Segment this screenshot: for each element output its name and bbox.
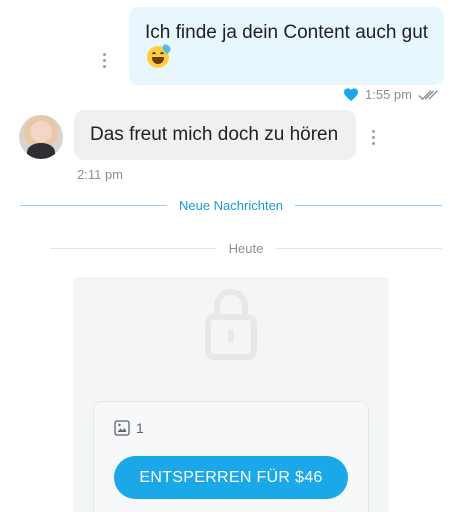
outgoing-message-time: 1:55 pm	[365, 87, 412, 102]
message-options-icon[interactable]	[370, 130, 376, 145]
lock-icon	[205, 288, 257, 360]
new-messages-label: Neue Nachrichten	[178, 198, 284, 213]
incoming-message-bubble[interactable]: Das freut mich doch zu hören	[74, 110, 356, 160]
divider-line	[275, 248, 443, 249]
media-count-value: 1	[136, 420, 144, 436]
outgoing-message-text: Ich finde ja dein Content auch gut	[145, 22, 429, 43]
incoming-message-time: 2:11 pm	[77, 167, 124, 182]
media-count: 1	[114, 420, 144, 436]
unlock-button[interactable]: ENTSPERREN FÜR $46	[114, 456, 348, 499]
date-divider: Heute	[50, 241, 443, 256]
divider-line	[295, 205, 442, 206]
grinning-face-with-sweat-icon	[147, 42, 173, 68]
message-options-icon[interactable]	[101, 53, 107, 68]
divider-line	[50, 248, 217, 249]
outgoing-message-meta: 1:55 pm	[343, 87, 440, 102]
double-check-icon	[418, 89, 438, 100]
outgoing-message-bubble[interactable]: Ich finde ja dein Content auch gut	[129, 7, 444, 85]
heart-icon[interactable]	[343, 87, 359, 102]
date-label: Heute	[228, 241, 264, 256]
unlock-panel: 1 ENTSPERREN FÜR $46	[93, 401, 369, 512]
incoming-message-text: Das freut mich doch zu hören	[90, 124, 339, 145]
locked-media-message: 1 ENTSPERREN FÜR $46	[73, 277, 389, 512]
new-messages-divider: Neue Nachrichten	[20, 198, 442, 213]
avatar[interactable]	[19, 115, 63, 159]
divider-line	[20, 205, 167, 206]
image-icon	[114, 420, 130, 436]
